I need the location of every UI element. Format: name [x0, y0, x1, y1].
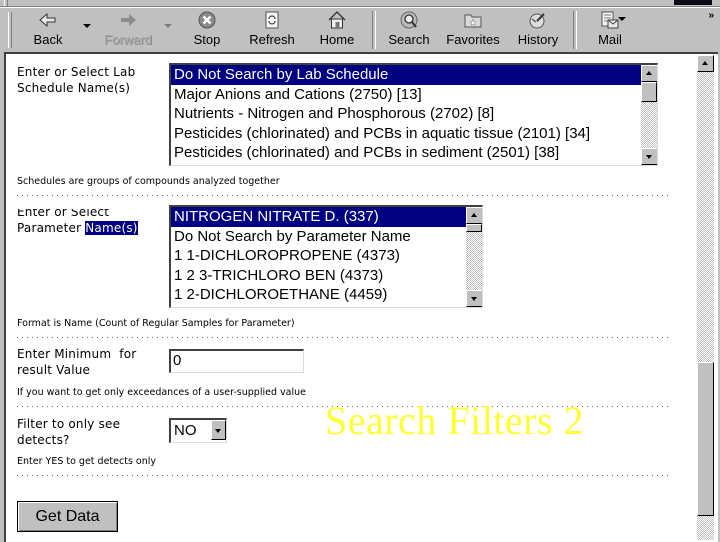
stop-button[interactable]: Stop — [188, 10, 226, 50]
parameter-listbox[interactable]: NITROGEN NITRATE D. (337) Do Not Search … — [169, 205, 483, 308]
parameter-label-line2: Parameter Name(s) — [17, 220, 138, 236]
get-data-button[interactable]: Get Data — [17, 501, 118, 532]
page-scroll-thumb[interactable] — [697, 362, 714, 516]
detects-hint: Enter YES to get detects only — [17, 456, 157, 467]
minimum-value-input[interactable]: 0 — [169, 349, 304, 373]
favorites-button[interactable]: Favorites — [443, 10, 503, 50]
lab-schedule-label-line2: Schedule Name(s) — [17, 81, 131, 95]
parameter-label-prefix: Parameter — [17, 221, 86, 235]
parameter-label-line1: Enter or Select — [17, 205, 110, 219]
history-icon — [529, 13, 545, 29]
parameter-option[interactable]: 1 1-DICHLOROPROPENE (4373) — [171, 246, 482, 266]
page-scroll-up-button[interactable] — [697, 55, 714, 72]
detects-select-value: NO — [174, 422, 197, 439]
back-button[interactable]: Back — [28, 10, 68, 50]
stop-icon — [198, 11, 216, 29]
scroll-up-arrow-icon — [702, 61, 708, 65]
scroll-down-button[interactable] — [641, 148, 657, 165]
parameter-label-highlighted: Name(s) — [85, 221, 138, 235]
parameter-label: Enter or Select Parameter Name(s) — [17, 204, 138, 236]
detects-label-line2: detects? — [17, 433, 70, 447]
parameter-option[interactable]: Do Not Search by Parameter Name — [171, 227, 482, 247]
detects-select[interactable]: NO — [169, 418, 227, 443]
menu-bar-remnant — [0, 0, 720, 7]
toolbar-grip[interactable] — [8, 12, 12, 48]
lab-schedule-hint: Schedules are groups of compounds analyz… — [17, 176, 280, 187]
browser-toolbar: Back Forward Stop Refresh Home Search Fa… — [0, 7, 720, 53]
lab-schedule-scrollbar[interactable] — [641, 65, 657, 165]
lab-schedule-listbox[interactable]: Do Not Search by Lab Schedule Major Anio… — [169, 63, 658, 166]
scroll-up-arrow-icon — [471, 213, 477, 217]
throbber-logo — [674, 0, 712, 5]
lab-schedule-label-line1: Enter or Select Lab — [17, 65, 136, 79]
back-arrow-icon — [39, 12, 56, 28]
parameter-option[interactable]: 1 2-DICHLOROETHANE (4459) — [171, 285, 482, 305]
search-label: Search — [388, 32, 430, 47]
minimum-hint: If you want to get only exceedances of a… — [17, 387, 306, 398]
refresh-label: Refresh — [249, 32, 295, 47]
scroll-up-button[interactable] — [466, 207, 482, 224]
minimum-label-line2: result Value — [17, 363, 91, 377]
scroll-thumb[interactable] — [466, 224, 482, 232]
toolbar-separator — [372, 11, 376, 49]
mail-dropdown-arrow[interactable] — [618, 17, 626, 21]
home-icon — [328, 11, 346, 29]
forward-label: Forward — [104, 32, 152, 47]
lab-schedule-option[interactable]: Major Anions and Cations (2750) [13] — [171, 85, 657, 105]
detects-label: Filter to only see detects? — [17, 416, 120, 448]
lab-schedule-option[interactable]: Nutrients - Nitrogen and Phosphorous (27… — [171, 104, 657, 124]
minimum-label-line1: Enter Minimum for — [17, 347, 137, 361]
stop-label: Stop — [193, 32, 221, 47]
lab-schedule-label: Enter or Select Lab Schedule Name(s) — [17, 64, 135, 96]
scroll-down-arrow-icon — [646, 155, 652, 159]
page-scrollbar[interactable] — [697, 55, 714, 540]
detects-dropdown-button[interactable] — [211, 420, 226, 440]
section-divider — [17, 337, 672, 338]
history-label: History — [517, 32, 559, 47]
scroll-down-arrow-icon — [471, 297, 477, 301]
section-divider — [17, 475, 672, 476]
parameter-option[interactable]: NITROGEN NITRATE D. (337) — [171, 207, 482, 227]
parameter-scrollbar[interactable] — [466, 207, 482, 307]
minimum-label: Enter Minimum for result Value — [17, 346, 136, 378]
section-divider — [17, 195, 672, 196]
parameter-option[interactable]: 1 2 3-TRICHLORO BEN (4373) — [171, 266, 482, 286]
search-button[interactable]: Search — [385, 10, 433, 50]
lab-schedule-option[interactable]: Pesticides (chlorinated) and PCBs in sed… — [171, 143, 657, 163]
detects-label-line1: Filter to only see — [17, 417, 121, 431]
scroll-up-button[interactable] — [641, 65, 657, 82]
forward-button[interactable]: Forward — [100, 10, 156, 50]
scroll-down-button[interactable] — [466, 290, 482, 307]
scroll-up-arrow-icon — [646, 71, 652, 75]
lab-schedule-option[interactable]: Pesticides (chlorinated) and PCBs in aqu… — [171, 124, 657, 144]
toolbar-separator — [573, 11, 577, 49]
favorites-label: Favorites — [446, 32, 500, 47]
lab-schedule-option[interactable]: Do Not Search by Lab Schedule — [171, 65, 657, 85]
scroll-thumb[interactable] — [641, 82, 657, 102]
toolbar-overflow-chevron[interactable]: » — [708, 10, 713, 21]
parameter-hint: Format is Name (Count of Regular Samples… — [17, 318, 295, 329]
home-label: Home — [319, 32, 355, 47]
back-dropdown-arrow[interactable] — [83, 24, 91, 28]
home-button[interactable]: Home — [316, 10, 358, 50]
forward-arrow-icon — [121, 14, 136, 26]
refresh-button[interactable]: Refresh — [246, 10, 298, 50]
forward-dropdown-arrow[interactable] — [164, 24, 172, 28]
chevron-down-icon — [215, 429, 221, 433]
slide-title-overlay: Search Filters 2 — [325, 398, 585, 443]
history-button[interactable]: History — [514, 10, 562, 50]
refresh-icon — [265, 11, 279, 29]
mail-label: Mail — [598, 32, 622, 47]
back-label: Back — [33, 32, 63, 47]
mail-button[interactable]: Mail — [592, 10, 628, 50]
menubar-grip — [4, 0, 8, 6]
favorites-folder-icon — [464, 14, 482, 28]
search-icon — [400, 11, 418, 29]
